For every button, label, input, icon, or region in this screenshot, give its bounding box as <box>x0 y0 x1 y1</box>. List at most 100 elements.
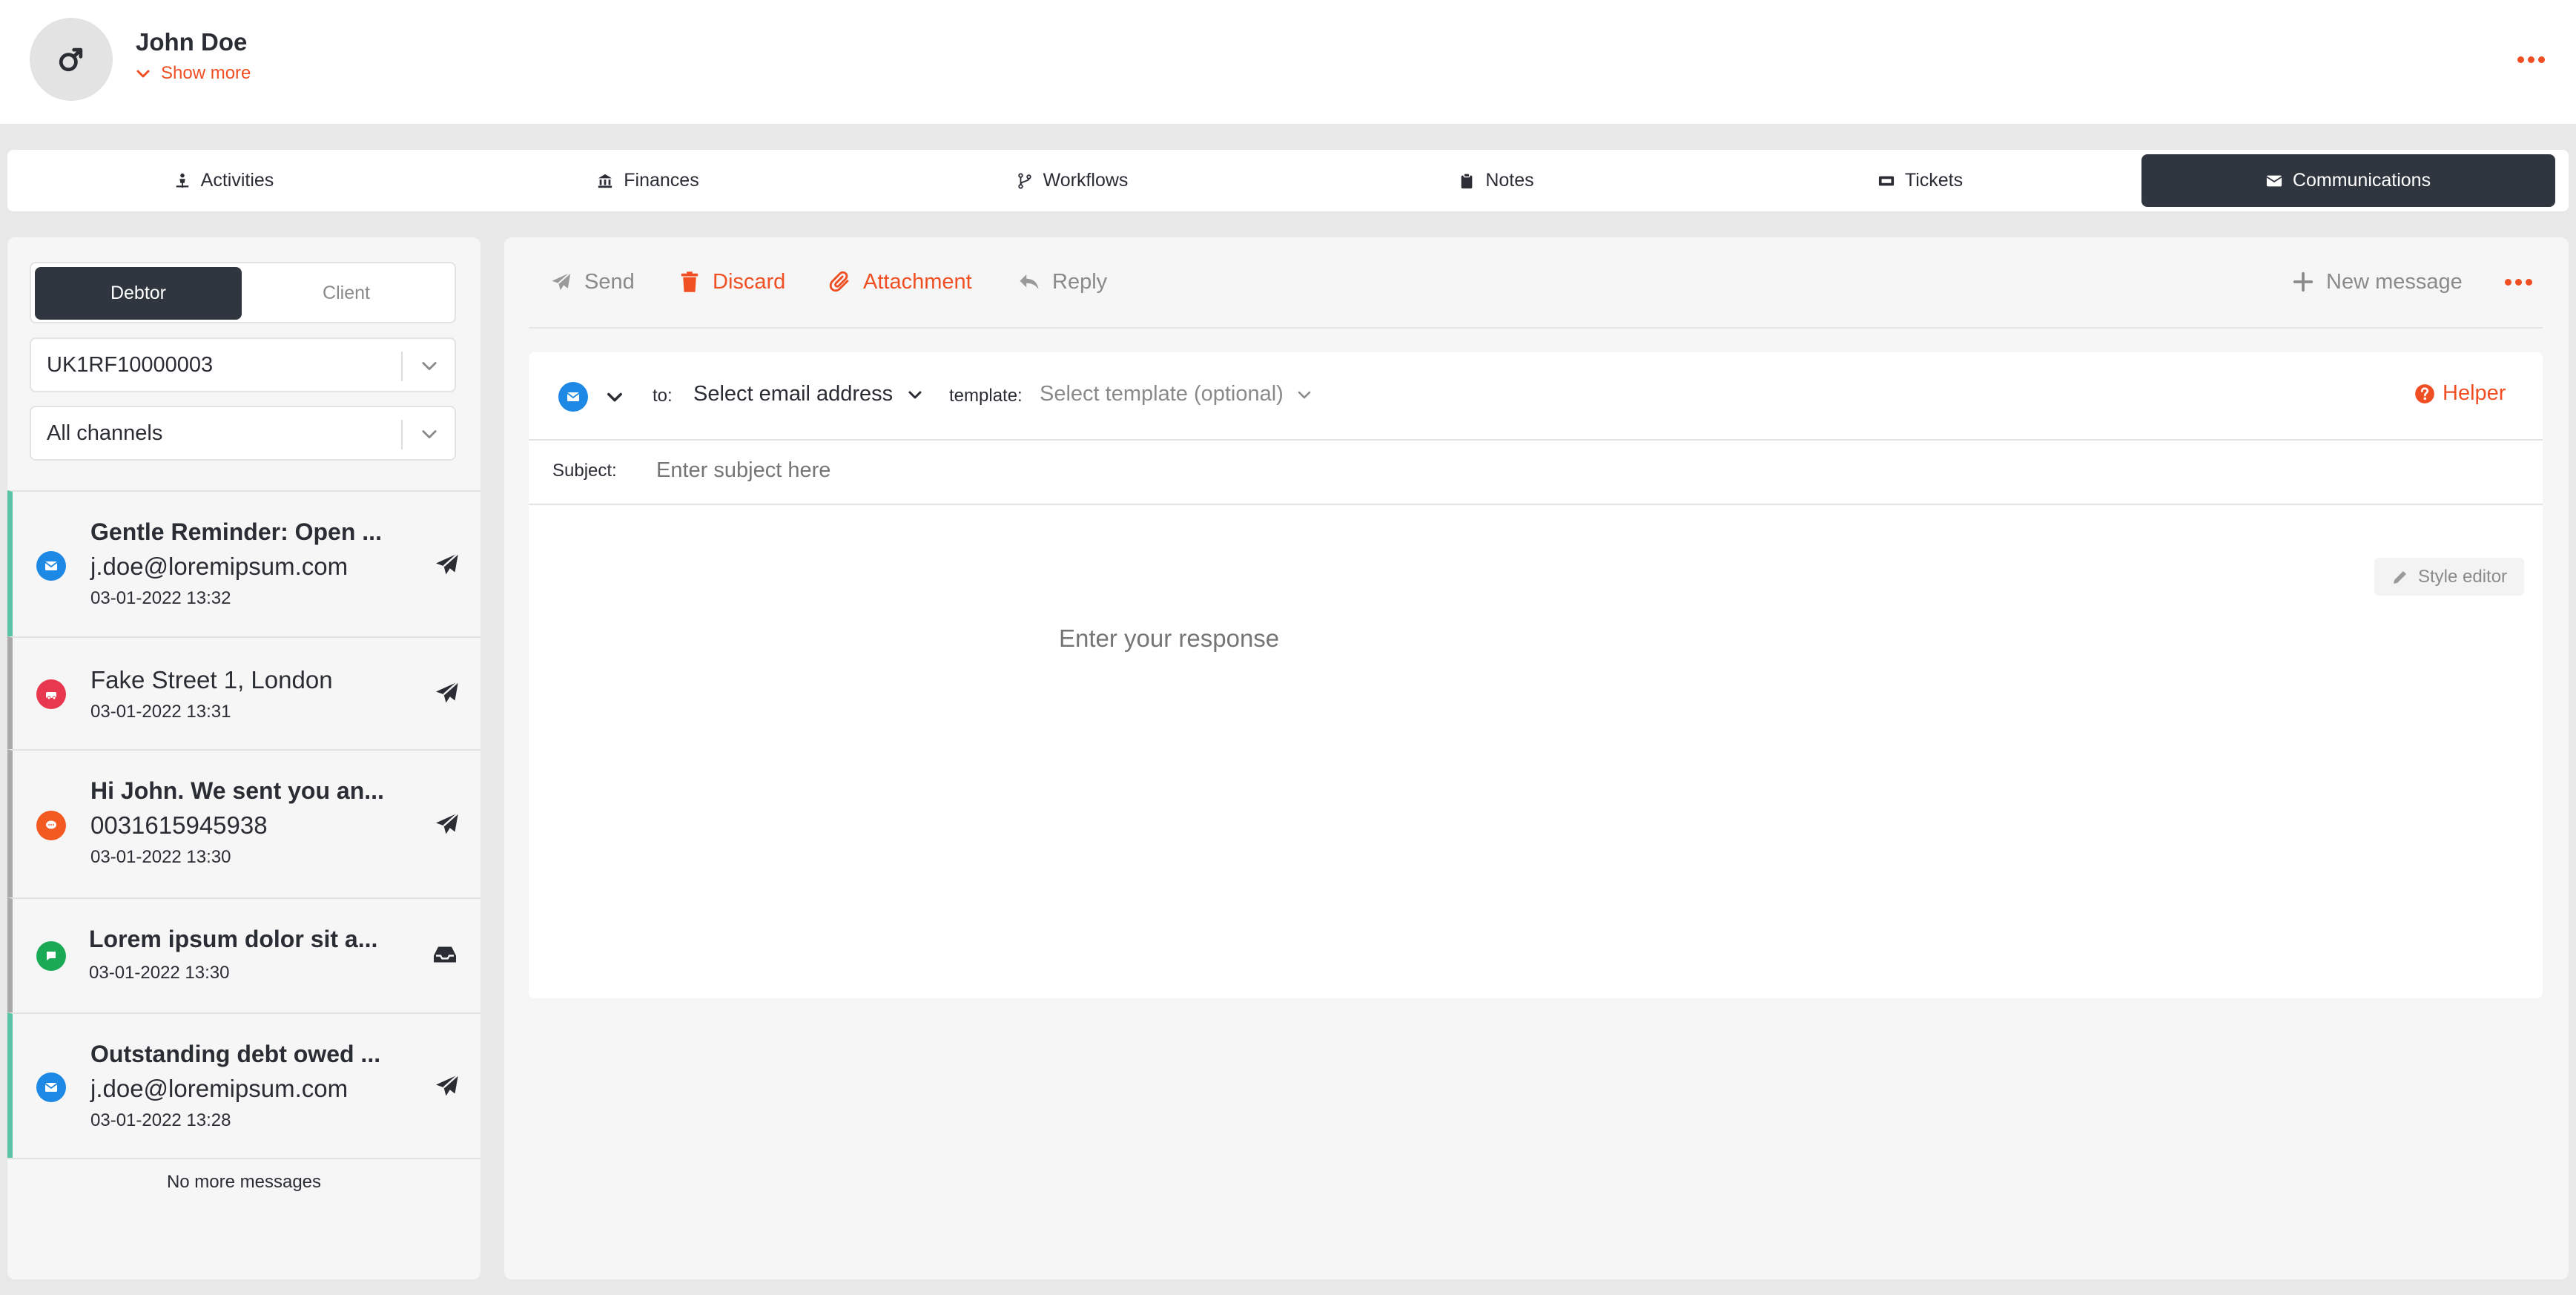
reply-button[interactable]: Reply <box>1018 266 1107 298</box>
person-icon <box>176 173 188 188</box>
toggle-debtor[interactable]: Debtor <box>35 267 242 320</box>
chevron-down-icon <box>422 362 437 371</box>
message-date: 03-01-2022 13:31 <box>90 702 231 722</box>
email-icon <box>36 1072 66 1102</box>
debtor-name: John Doe <box>136 28 248 56</box>
message-recipient: j.doe@loremipsum.com <box>90 1075 349 1102</box>
tab-label: Finances <box>624 170 699 191</box>
paperclip-icon <box>829 271 849 292</box>
tab-label: Notes <box>1485 170 1534 191</box>
avatar <box>30 18 113 101</box>
trash-icon <box>681 271 699 292</box>
message-item[interactable]: Lorem ipsum dolor sit a... 03-01-2022 13… <box>7 897 480 1012</box>
reply-icon <box>1020 274 1039 289</box>
tab-workflows[interactable]: Workflows <box>860 154 1284 207</box>
paper-plane-icon <box>552 271 572 291</box>
pencil-icon <box>2393 570 2406 584</box>
question-circle-icon <box>2415 383 2434 403</box>
attachment-button[interactable]: Attachment <box>829 266 972 298</box>
tab-communications[interactable]: Communications <box>2141 154 2555 207</box>
tab-label: Workflows <box>1043 170 1129 191</box>
message-recipient: Fake Street 1, London <box>90 666 333 693</box>
inbox-icon <box>434 946 456 963</box>
message-item[interactable]: Outstanding debt owed ... j.doe@loremips… <box>7 1012 480 1158</box>
chevron-down-icon[interactable] <box>604 386 625 407</box>
new-message-button[interactable]: New message <box>2292 266 2463 298</box>
composer-divider <box>529 439 2543 441</box>
new-message-label: New message <box>2326 269 2463 294</box>
discard-label: Discard <box>713 269 786 294</box>
channel-select[interactable]: All channels <box>30 406 456 461</box>
send-button[interactable]: Send <box>550 266 635 298</box>
attachment-label: Attachment <box>863 269 972 294</box>
email-icon <box>567 392 580 401</box>
send-label: Send <box>584 269 635 294</box>
message-title: Gentle Reminder: Open ... <box>90 518 382 545</box>
style-editor-label: Style editor <box>2417 566 2508 587</box>
tab-finances[interactable]: Finances <box>436 154 860 207</box>
sms-icon <box>36 811 66 840</box>
message-title: Outstanding debt owed ... <box>90 1041 381 1067</box>
list-divider <box>7 1158 480 1159</box>
paper-plane-icon <box>436 681 459 703</box>
toolbar-divider <box>529 327 2543 329</box>
chat-icon <box>36 941 66 971</box>
tab-notes[interactable]: Notes <box>1284 154 1708 207</box>
ticket-icon <box>1878 176 1894 185</box>
discard-button[interactable]: Discard <box>678 266 785 298</box>
clipboard-icon <box>1462 172 1473 188</box>
style-editor-button[interactable]: Style editor <box>2374 558 2524 596</box>
message-date: 03-01-2022 13:28 <box>90 1110 231 1130</box>
chevron-down-icon <box>422 430 437 439</box>
email-address-select[interactable]: Select email address <box>693 382 924 406</box>
show-more-label: Show more <box>161 63 251 83</box>
subject-input[interactable] <box>656 458 1768 483</box>
channel-select-value: All channels <box>47 421 163 445</box>
reply-label: Reply <box>1052 269 1108 294</box>
paper-plane-icon <box>436 553 459 575</box>
helper-button[interactable]: Helper <box>2414 381 2506 406</box>
branch-icon <box>1017 172 1031 189</box>
reference-select-value: UK1RF10000003 <box>47 352 214 377</box>
post-icon <box>36 679 66 709</box>
paper-plane-icon <box>436 812 459 834</box>
envelope-icon <box>2266 175 2282 186</box>
reference-select[interactable]: UK1RF10000003 <box>30 337 456 392</box>
template-select[interactable]: Select template (optional) <box>1040 382 1313 406</box>
tab-label: Tickets <box>1904 170 1964 191</box>
helper-label: Helper <box>2443 381 2506 405</box>
message-item[interactable]: Hi John. We sent you an... 0031615945938… <box>7 749 480 897</box>
email-composer <box>529 352 2543 998</box>
email-icon <box>36 551 66 581</box>
message-date: 03-01-2022 13:30 <box>89 963 230 983</box>
message-item[interactable]: Fake Street 1, London 03-01-2022 13:31 <box>7 636 480 749</box>
message-recipient: j.doe@loremipsum.com <box>90 553 349 580</box>
to-label: to: <box>653 386 673 406</box>
message-date: 03-01-2022 13:30 <box>90 847 231 867</box>
tab-tickets[interactable]: Tickets <box>1708 154 2133 207</box>
toggle-client[interactable]: Client <box>242 267 451 320</box>
ellipsis-icon[interactable] <box>2505 274 2534 289</box>
message-date: 03-01-2022 13:32 <box>90 588 231 608</box>
ellipsis-icon[interactable] <box>2517 52 2547 67</box>
response-input[interactable] <box>1059 625 1578 653</box>
chevron-down-icon <box>1298 391 1311 398</box>
bank-icon <box>598 174 612 188</box>
tab-label: Communications <box>2292 170 2431 191</box>
message-title: Lorem ipsum dolor sit a... <box>89 926 378 952</box>
tab-activities[interactable]: Activities <box>12 154 436 207</box>
email-address-select-value: Select email address <box>693 382 894 406</box>
message-recipient: 0031615945938 <box>90 811 268 839</box>
subject-label: Subject: <box>552 461 617 481</box>
chevron-down-icon <box>136 70 150 78</box>
no-more-messages: No more messages <box>166 1172 322 1192</box>
show-more-toggle[interactable]: Show more <box>136 63 251 84</box>
message-title: Hi John. We sent you an... <box>90 777 384 804</box>
plus-icon <box>2293 271 2314 292</box>
template-select-value: Select template (optional) <box>1040 382 1284 406</box>
paper-plane-icon <box>436 1074 459 1096</box>
profile-header <box>0 0 2576 124</box>
template-label: template: <box>949 386 1023 406</box>
message-item[interactable]: Gentle Reminder: Open ... j.doe@loremips… <box>7 490 480 636</box>
channel-email-button[interactable] <box>558 382 588 412</box>
